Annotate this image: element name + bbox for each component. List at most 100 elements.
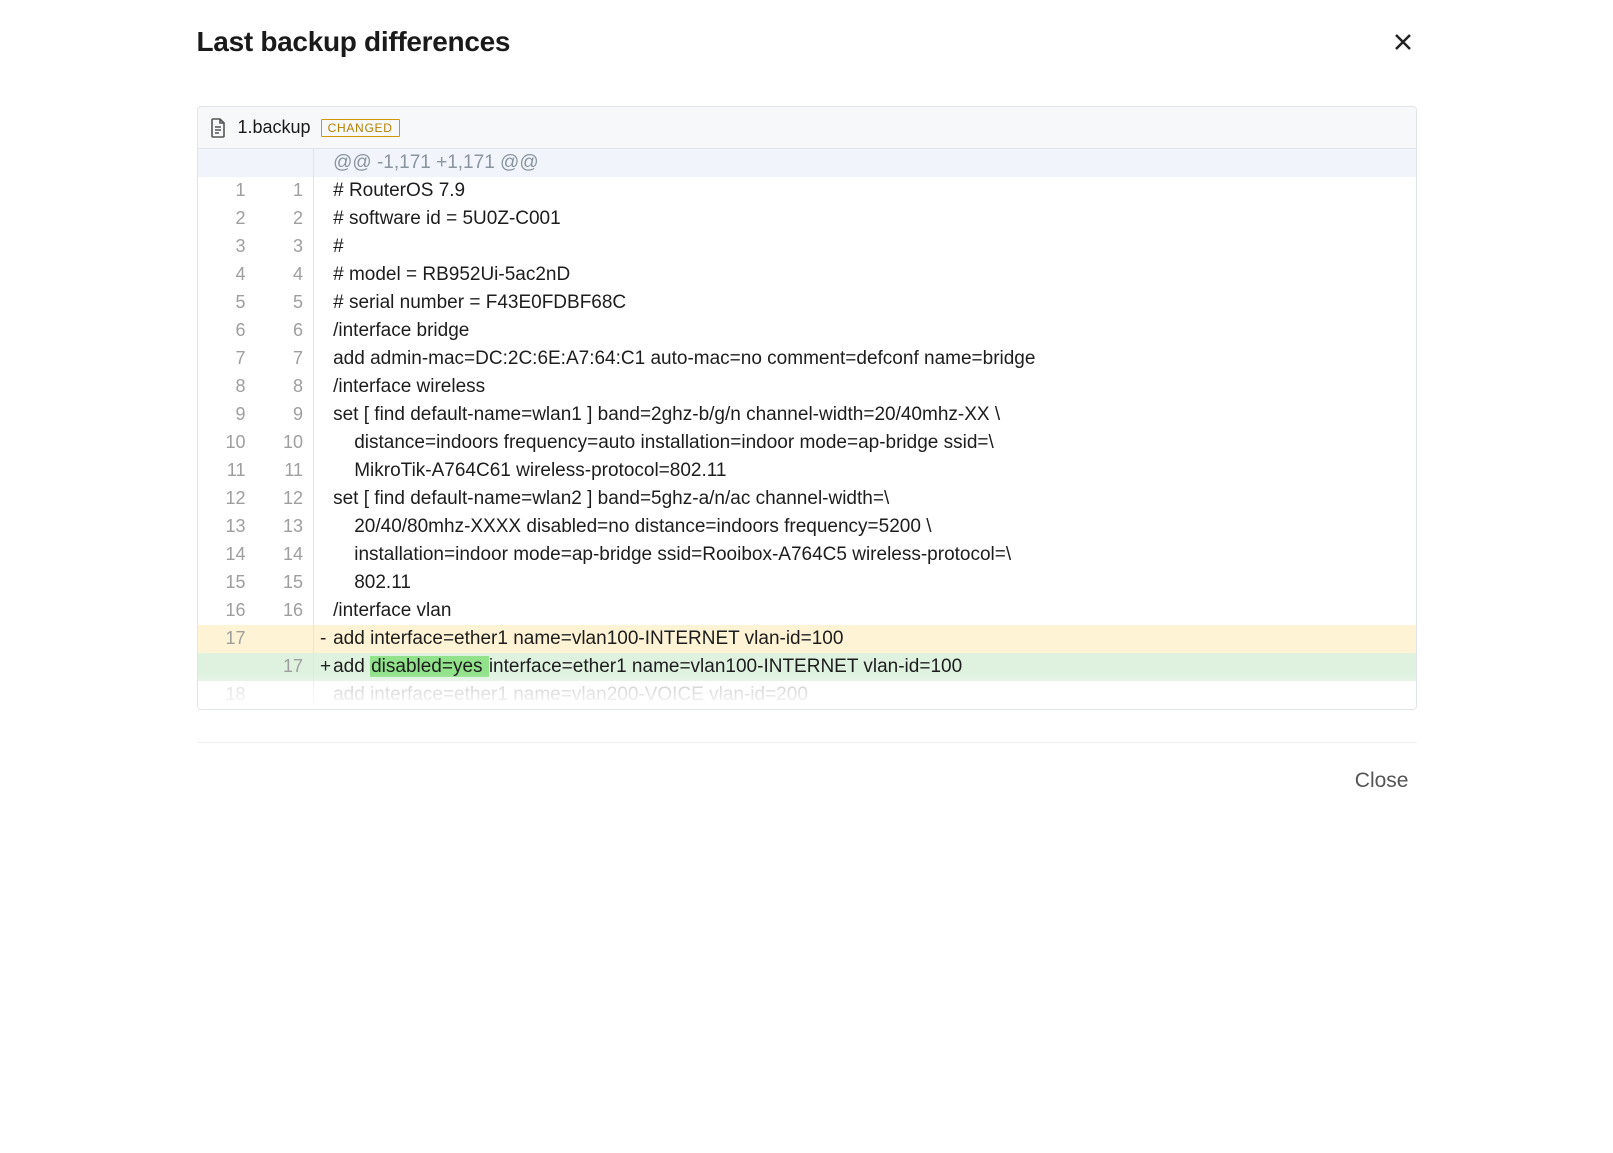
diff-code: 20/40/80mhz-XXXX disabled=no distance=in… (333, 513, 1415, 541)
line-number-new: 8 (256, 373, 314, 401)
line-number-old: 17 (198, 625, 256, 653)
diff-row: 77 add admin-mac=DC:2C:6E:A7:64:C1 auto-m… (198, 345, 1416, 373)
diff-code: installation=indoor mode=ap-bridge ssid=… (333, 541, 1415, 569)
line-number-old: 3 (198, 233, 256, 261)
diff-table: @@ -1,171 +1,171 @@11# RouterOS 7.922# s… (198, 149, 1416, 709)
modal-header: Last backup differences (197, 26, 1417, 58)
diff-row: 44 # model = RB952Ui-5ac2nD (198, 261, 1416, 289)
line-number-new: 15 (256, 569, 314, 597)
line-number-new: 2 (256, 205, 314, 233)
diff-code: 802.11 (333, 569, 1415, 597)
line-number-old: 4 (198, 261, 256, 289)
diff-code: MikroTik-A764C61 wireless-protocol=802.1… (333, 457, 1415, 485)
diff-code: add disabled=yes interface=ether1 name=v… (333, 653, 1415, 681)
diff-row: 88/interface wireless (198, 373, 1416, 401)
diff-row: 18 add interface=ether1 name=vlan200-VOIC… (198, 681, 1416, 709)
diff-marker (314, 205, 334, 233)
diff-code: # model = RB952Ui-5ac2nD (333, 261, 1415, 289)
diff-code: # (333, 233, 1415, 261)
diff-row: 1616/interface vlan (198, 597, 1416, 625)
line-number-old: 10 (198, 429, 256, 457)
line-number-new: 1 (256, 177, 314, 205)
line-number-old: 8 (198, 373, 256, 401)
diff-marker (314, 317, 334, 345)
diff-marker: - (314, 625, 334, 653)
diff-row: 33 # (198, 233, 1416, 261)
diff-row: 1515 802.11 (198, 569, 1416, 597)
line-number-new: 7 (256, 345, 314, 373)
diff-marker (314, 429, 334, 457)
diff-row: 1313 20/40/80mhz-XXXX disabled=no distan… (198, 513, 1416, 541)
diff-file-header: 1.backup CHANGED (198, 107, 1416, 149)
diff-file-name: 1.backup (238, 117, 311, 138)
diff-row: 17+add disabled=yes interface=ether1 nam… (198, 653, 1416, 681)
diff-marker (314, 149, 334, 177)
diff-row: 66/interface bridge (198, 317, 1416, 345)
close-icon[interactable] (1389, 28, 1417, 56)
line-number-new (256, 625, 314, 653)
modal-footer: Close (197, 742, 1417, 797)
diff-marker (314, 569, 334, 597)
diff-marker (314, 485, 334, 513)
diff-row: 1010 distance=indoors frequency=auto ins… (198, 429, 1416, 457)
diff-modal: Last backup differences 1.backup CHANGED… (167, 0, 1447, 827)
diff-row: 1212 set [ find default-name=wlan2 ] band… (198, 485, 1416, 513)
diff-code: # serial number = F43E0FDBF68C (333, 289, 1415, 317)
line-number-new (256, 149, 314, 177)
diff-marker (314, 597, 334, 625)
line-number-new: 5 (256, 289, 314, 317)
modal-title: Last backup differences (197, 26, 511, 58)
line-number-old: 2 (198, 205, 256, 233)
diff-code: distance=indoors frequency=auto installa… (333, 429, 1415, 457)
line-number-new: 14 (256, 541, 314, 569)
diff-code: /interface wireless (333, 373, 1415, 401)
line-number-old: 1 (198, 177, 256, 205)
line-number-old: 7 (198, 345, 256, 373)
line-number-old: 13 (198, 513, 256, 541)
diff-code: /interface vlan (333, 597, 1415, 625)
line-number-new: 17 (256, 653, 314, 681)
diff-row: 1111 MikroTik-A764C61 wireless-protocol=… (198, 457, 1416, 485)
line-number-new: 12 (256, 485, 314, 513)
line-number-new: 9 (256, 401, 314, 429)
diff-row: 11 # RouterOS 7.9 (198, 177, 1416, 205)
diff-marker (314, 541, 334, 569)
line-number-old (198, 653, 256, 681)
diff-marker (314, 289, 334, 317)
diff-code: /interface bridge (333, 317, 1415, 345)
diff-code: add interface=ether1 name=vlan100-INTERN… (333, 625, 1415, 653)
line-number-old: 18 (198, 681, 256, 709)
line-number-new: 10 (256, 429, 314, 457)
diff-container: 1.backup CHANGED @@ -1,171 +1,171 @@ 11 # … (197, 106, 1417, 710)
diff-code: add interface=ether1 name=vlan200-VOICE … (333, 681, 1415, 709)
close-button[interactable]: Close (1347, 765, 1417, 797)
diff-code: # RouterOS 7.9 (333, 177, 1415, 205)
diff-marker (314, 457, 334, 485)
line-number-new: 3 (256, 233, 314, 261)
diff-hunk-text: @@ -1,171 +1,171 @@ (333, 149, 1415, 177)
diff-scroll-area[interactable]: @@ -1,171 +1,171 @@11# RouterOS 7.922# s… (198, 149, 1416, 709)
line-number-old: 12 (198, 485, 256, 513)
line-number-old: 11 (198, 457, 256, 485)
diff-code: set [ find default-name=wlan2 ] band=5gh… (333, 485, 1415, 513)
diff-row: 22# software id = 5U0Z-C001 (198, 205, 1416, 233)
diff-marker (314, 345, 334, 373)
diff-code: set [ find default-name=wlan1 ] band=2gh… (333, 401, 1415, 429)
line-number-old: 14 (198, 541, 256, 569)
diff-marker (314, 401, 334, 429)
diff-row: 1414 installation=indoor mode=ap-bridge … (198, 541, 1416, 569)
line-number-old: 9 (198, 401, 256, 429)
diff-row: 17 -add interface=ether1 name=vlan100-INT… (198, 625, 1416, 653)
diff-row: 99 set [ find default-name=wlan1 ] band=2… (198, 401, 1416, 429)
diff-marker: + (314, 653, 334, 681)
line-number-new (256, 681, 314, 709)
line-number-old: 6 (198, 317, 256, 345)
diff-marker (314, 233, 334, 261)
line-number-old (198, 149, 256, 177)
diff-hunk-header: @@ -1,171 +1,171 @@ (198, 149, 1416, 177)
diff-row: 55# serial number = F43E0FDBF68C (198, 289, 1416, 317)
diff-code: add admin-mac=DC:2C:6E:A7:64:C1 auto-mac… (333, 345, 1415, 373)
diff-highlight: disabled=yes (370, 656, 489, 677)
line-number-new: 6 (256, 317, 314, 345)
line-number-new: 4 (256, 261, 314, 289)
